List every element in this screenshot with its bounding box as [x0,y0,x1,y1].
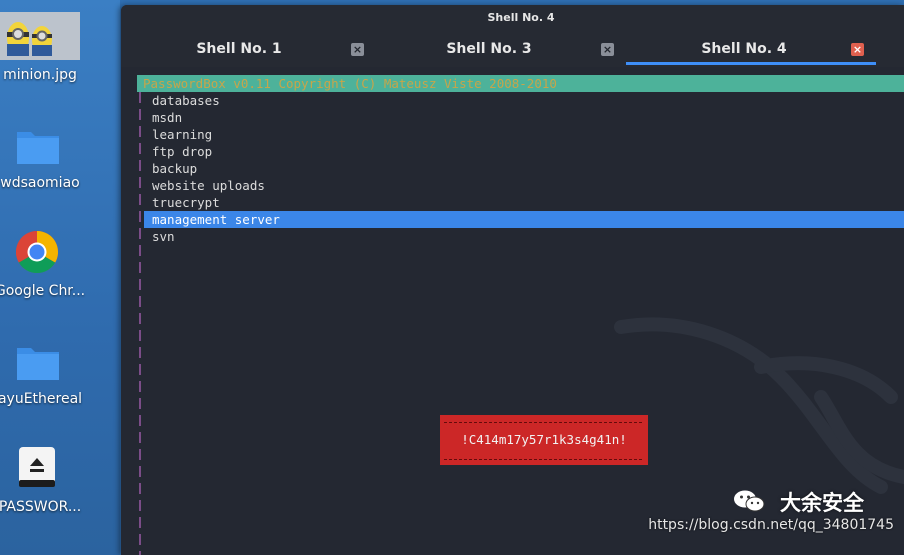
desktop-icon-ayuethereal[interactable]: ayuEthereal [0,338,120,438]
list-item[interactable]: website uploads [144,177,904,194]
chrome-icon [15,230,61,276]
password-text: !C414m17y57r1k3s4g41n! [461,432,627,447]
watermark: 大余安全 https://blog.csdn.net/qq_34801745 [634,487,894,547]
desktop-icon-passwordbox[interactable]: PASSWOR... [0,444,120,544]
tab-shell-4[interactable]: Shell No. 4 × [626,33,876,67]
list-item[interactable]: msdn [144,109,904,126]
folder-icon [15,126,61,172]
folder-icon [15,342,61,388]
active-tab-indicator [626,62,876,65]
terminal-area[interactable]: PasswordBox v0.11 Copyright (C) Mateusz … [121,67,904,555]
list-item[interactable]: learning [144,126,904,143]
close-icon[interactable]: × [851,43,864,56]
desktop: minion.jpg wdsaomiao Google Chr... ayuEt… [0,0,120,555]
desktop-icon-label: Google Chr... [0,283,86,299]
desktop-icon-label: PASSWOR... [0,499,82,515]
list-item[interactable]: backup [144,160,904,177]
tab-shell-1[interactable]: Shell No. 1 × [121,33,367,67]
tab-label: Shell No. 4 [701,41,787,57]
close-icon[interactable]: × [351,43,364,56]
desktop-icon-label: wdsaomiao [0,175,80,191]
list-item[interactable]: ftp drop [144,143,904,160]
list-item[interactable]: svn [144,228,904,245]
desktop-icon-chrome[interactable]: Google Chr... [0,228,120,328]
watermark-title: 大余安全 [780,491,864,515]
wechat-icon [734,490,765,512]
watermark-url: https://blog.csdn.net/qq_34801745 [648,517,894,533]
desktop-icon-label: minion.jpg [3,67,77,83]
tab-shell-3[interactable]: Shell No. 3 × [371,33,617,67]
image-file-icon [0,12,80,60]
title-bar[interactable]: Shell No. 4 [121,5,904,33]
window-title: Shell No. 4 [487,11,555,24]
frame-border [139,92,141,555]
list-item[interactable]: databases [144,92,904,109]
drive-icon [18,446,56,488]
entry-list: databases msdn learning ftp drop backup … [144,92,904,245]
password-dialog: !C414m17y57r1k3s4g41n! [440,415,648,465]
desktop-icon-minion[interactable]: minion.jpg [0,10,120,110]
tab-label: Shell No. 1 [196,41,282,57]
app-header: PasswordBox v0.11 Copyright (C) Mateusz … [137,75,904,92]
tab-bar: Shell No. 1 × Shell No. 3 × Shell No. 4 … [121,33,904,67]
desktop-icon-wdsaomiao[interactable]: wdsaomiao [0,122,120,222]
list-item-selected[interactable]: management server [144,211,904,228]
close-icon[interactable]: × [601,43,614,56]
terminal-window: Shell No. 4 Shell No. 1 × Shell No. 3 × … [121,5,904,555]
tab-label: Shell No. 3 [446,41,532,57]
desktop-icon-label: ayuEthereal [0,391,83,407]
list-item[interactable]: truecrypt [144,194,904,211]
